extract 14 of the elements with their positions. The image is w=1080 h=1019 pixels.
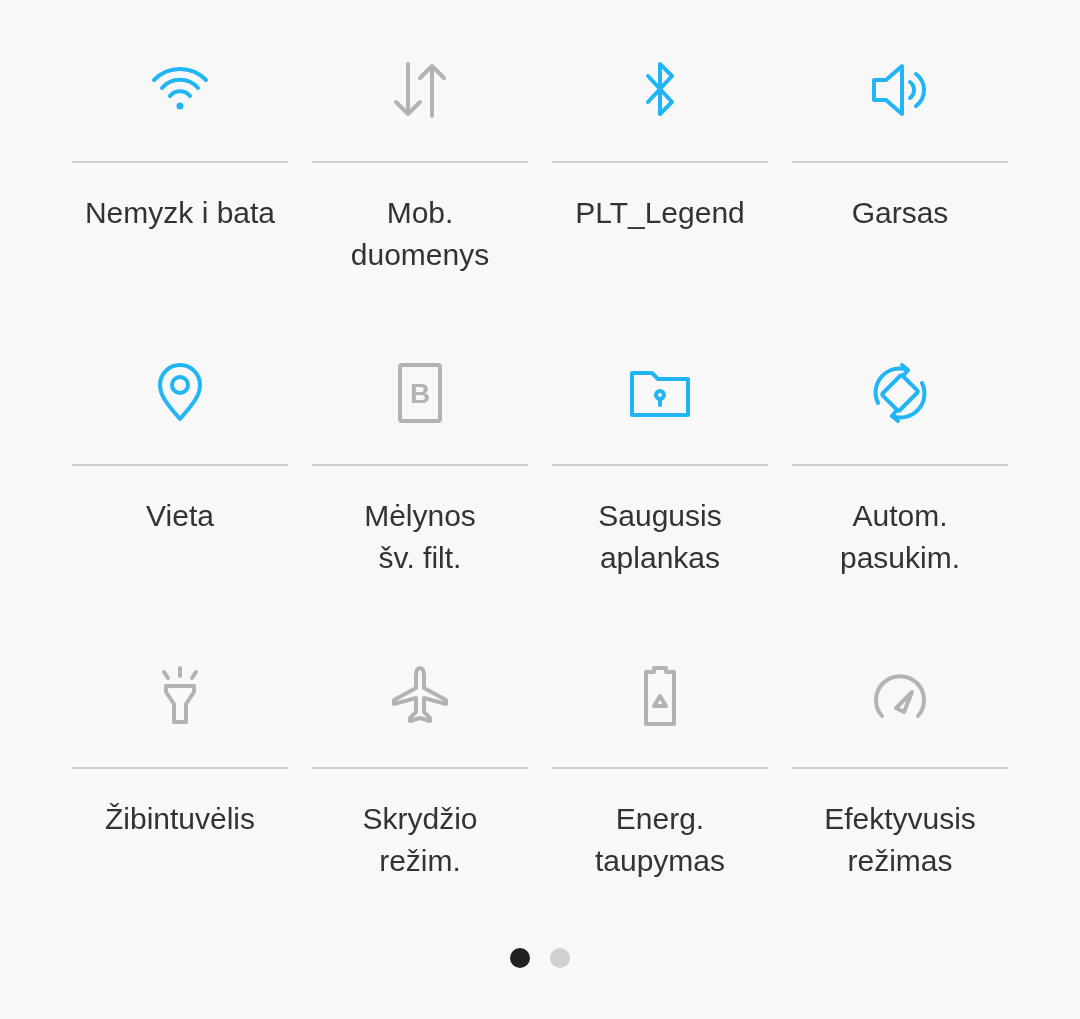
quick-setting-tile[interactable]: Mob. duomenys (312, 30, 528, 333)
page-dot[interactable] (510, 948, 530, 968)
quick-setting-tile[interactable]: Nemyzk i bata (72, 30, 288, 333)
quick-setting-tile[interactable]: Saugusis aplankas (552, 333, 768, 636)
page-dot[interactable] (550, 948, 570, 968)
quick-setting-tile[interactable]: Autom. pasukim. (792, 333, 1008, 636)
quick-setting-tile[interactable]: B Mėlynos šv. filt. (312, 333, 528, 636)
quick-setting-tile[interactable]: Efektyvusis režimas (792, 636, 1008, 939)
quick-setting-tile[interactable]: Energ. taupymas (552, 636, 768, 939)
quick-setting-tile[interactable]: Vieta (72, 333, 288, 636)
quick-setting-tile[interactable]: Žibintuvėlis (72, 636, 288, 939)
quick-setting-tile[interactable]: Garsas (792, 30, 1008, 333)
quick-setting-tile[interactable]: PLT_Legend (552, 30, 768, 333)
quick-setting-tile[interactable]: Skrydžio režim. (312, 636, 528, 939)
